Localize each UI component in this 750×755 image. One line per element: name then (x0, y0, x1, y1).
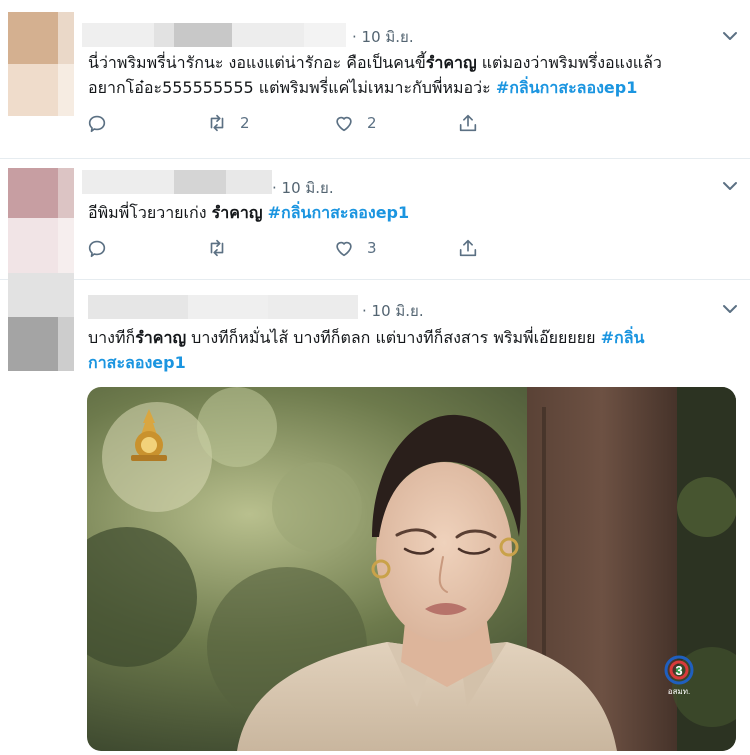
tweet-timestamp[interactable]: · 10 มิ.ย. (352, 25, 414, 49)
retweet-button[interactable] (206, 237, 240, 259)
retweet-icon (210, 114, 224, 132)
like-count: 2 (367, 114, 377, 132)
share-icon (459, 239, 477, 257)
chevron-down-icon[interactable] (721, 29, 739, 43)
share-button[interactable] (457, 237, 479, 259)
reply-button[interactable] (86, 237, 108, 259)
chevron-down-icon[interactable] (721, 179, 739, 193)
retweet-button[interactable]: 2 (206, 112, 250, 134)
avatar[interactable] (8, 273, 74, 371)
tweet-timestamp[interactable]: · 10 มิ.ย. (362, 299, 424, 323)
tweet-timestamp[interactable]: · 10 มิ.ย. (272, 176, 334, 200)
hashtag-link[interactable]: #กลิ่น (601, 328, 645, 347)
share-icon (459, 114, 477, 132)
share-button[interactable] (457, 112, 479, 134)
author-name-blurred[interactable] (82, 170, 272, 194)
tweet[interactable]: · 10 มิ.ย. นี่ว่าพริมพรี่น่ารักนะ งอแงแต… (0, 0, 750, 159)
tweet-actions: 2 2 (86, 112, 486, 136)
reply-button[interactable] (86, 112, 108, 134)
reply-icon (88, 240, 106, 258)
heart-icon (336, 241, 352, 257)
retweet-count: 2 (240, 114, 250, 132)
tweet-text: นี่ว่าพริมพรี่น่ารักนะ งอแงแต่น่ารักอะ ค… (88, 53, 662, 97)
hashtag-link[interactable]: #กลิ่นกาสะลองep1 (496, 78, 638, 97)
tweet-media-image[interactable]: 3 อสมท. (87, 387, 736, 751)
retweet-icon (210, 239, 224, 257)
heart-icon (336, 116, 352, 132)
tweet-text: อีพิมพี่โวยวายเก่ง รำคาญ #กลิ่นกาสะลองep… (88, 203, 410, 222)
author-name-blurred[interactable] (88, 295, 358, 319)
svg-text:อสมท.: อสมท. (668, 687, 690, 696)
tweet[interactable]: · 10 มิ.ย. อีพิมพี่โวยวายเก่ง รำคาญ #กลิ… (0, 158, 750, 280)
chevron-down-icon[interactable] (721, 302, 739, 316)
hashtag-link[interactable]: #กลิ่นกาสะลองep1 (268, 203, 410, 222)
avatar[interactable] (8, 168, 74, 276)
tweet-actions: 3 (86, 237, 486, 261)
author-name-blurred[interactable] (82, 23, 346, 47)
like-count: 3 (367, 239, 377, 257)
like-button[interactable]: 2 (333, 112, 377, 134)
avatar[interactable] (8, 12, 74, 116)
svg-text:3: 3 (675, 663, 682, 678)
video-still-woman-crying: 3 อสมท. (87, 387, 736, 751)
tweet-text: บางทีก็รำคาญ บางทีก็หมั่นไส้ บางทีก็ตลก … (88, 328, 645, 372)
like-button[interactable]: 3 (333, 237, 377, 259)
hashtag-link-continued[interactable]: กาสะลองep1 (88, 353, 186, 372)
reply-icon (88, 115, 106, 133)
